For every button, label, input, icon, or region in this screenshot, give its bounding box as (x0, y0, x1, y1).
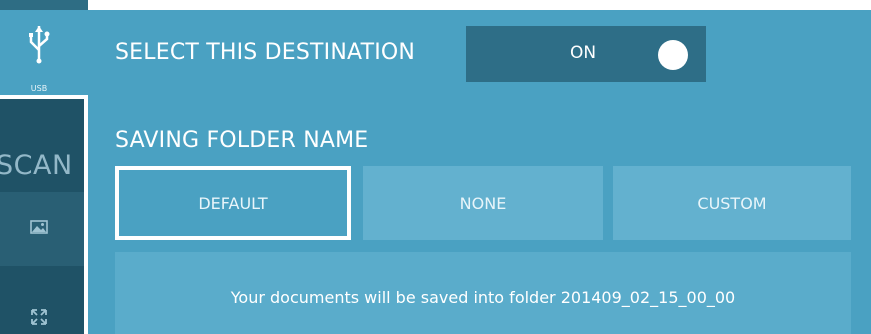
destination-toggle[interactable]: ON (466, 26, 706, 82)
folder-option-custom[interactable]: CUSTOM (613, 166, 851, 240)
photo-icon (30, 220, 48, 234)
scan-label[interactable]: SCAN (0, 150, 73, 181)
folder-option-default[interactable]: DEFAULT (115, 166, 351, 240)
folder-option-label: NONE (459, 193, 507, 213)
usb-label: USB (30, 84, 48, 93)
rail-item-usb[interactable]: USB (0, 10, 88, 98)
toggle-knob[interactable] (658, 40, 688, 70)
expand-icon[interactable] (30, 308, 48, 326)
scanner-destination-screen: USB SCAN SELECT THIS DESTINATION ON SAVI… (0, 0, 871, 334)
saving-folder-heading: SAVING FOLDER NAME (115, 128, 369, 153)
select-destination-label: SELECT THIS DESTINATION (115, 40, 416, 65)
usb-icon (29, 26, 50, 64)
folder-info-text: Your documents will be saved into folder… (230, 288, 736, 307)
folder-info-box: Your documents will be saved into folder… (115, 252, 851, 334)
destination-settings-panel: SELECT THIS DESTINATION ON SAVING FOLDER… (88, 10, 871, 334)
folder-option-label: CUSTOM (697, 193, 767, 213)
folder-option-none[interactable]: NONE (363, 166, 603, 240)
toggle-state-label: ON (570, 43, 597, 63)
rail-highlight-top (0, 95, 88, 99)
folder-option-label: DEFAULT (198, 193, 268, 213)
